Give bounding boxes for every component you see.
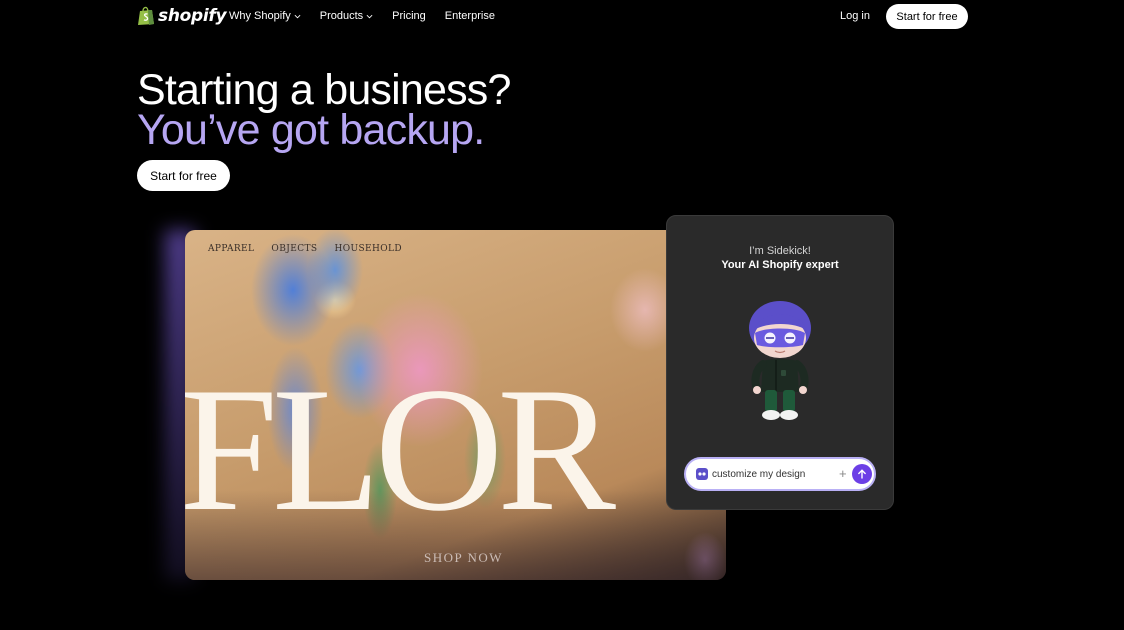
store-preview: APPAREL OBJECTS HOUSEHOLD FLOR SHOP NOW [185, 230, 726, 580]
sidekick-character [749, 301, 811, 420]
nav-link-label: Enterprise [444, 10, 495, 22]
start-free-nav-button[interactable]: Start for free [886, 4, 968, 29]
arrow-up-icon [858, 469, 866, 479]
chevron-down-icon [366, 14, 373, 18]
nav-link-label: Why Shopify [229, 10, 291, 22]
sidekick-intro: I’m Sidekick! [749, 245, 811, 257]
store-nav-objects[interactable]: OBJECTS [271, 244, 317, 254]
sidekick-app-icon [696, 468, 708, 480]
sidekick-prompt-input[interactable] [712, 466, 832, 482]
shop-now-link[interactable]: SHOP NOW [424, 550, 503, 566]
nav-link-label: Pricing [392, 10, 426, 22]
nav-pricing[interactable]: Pricing [392, 10, 426, 22]
sidekick-card: I’m Sidekick! Your AI Shopify expert cus… [666, 215, 894, 510]
store-nav: APPAREL OBJECTS HOUSEHOLD [208, 244, 402, 254]
nav-products[interactable]: Products [320, 10, 373, 22]
store-nav-household[interactable]: HOUSEHOLD [334, 244, 402, 254]
send-button[interactable] [852, 464, 872, 484]
plus-icon[interactable]: + [839, 466, 847, 482]
hero-subheadline: You’ve got backup. [137, 106, 485, 154]
chevron-down-icon [294, 14, 301, 18]
login-link[interactable]: Log in [840, 10, 870, 22]
nav-link-label: Products [319, 10, 364, 22]
top-nav: shopify Why Shopify Products Pricing Ent… [0, 0, 1124, 34]
sidekick-tagline: Your AI Shopify expert [721, 259, 839, 271]
shopify-logo[interactable]: shopify [137, 6, 227, 26]
start-free-hero-button[interactable]: Start for free [137, 160, 230, 191]
shopify-bag-icon [138, 6, 154, 25]
sidekick-prompt: + [684, 457, 876, 491]
logo-wordmark: shopify [158, 6, 227, 26]
nav-links: Why Shopify Products Pricing Enterprise [229, 10, 495, 22]
store-nav-apparel[interactable]: APPAREL [208, 244, 254, 254]
nav-why-shopify[interactable]: Why Shopify [229, 10, 301, 22]
store-hero-word: FLOR [185, 350, 616, 548]
nav-enterprise[interactable]: Enterprise [445, 10, 495, 22]
